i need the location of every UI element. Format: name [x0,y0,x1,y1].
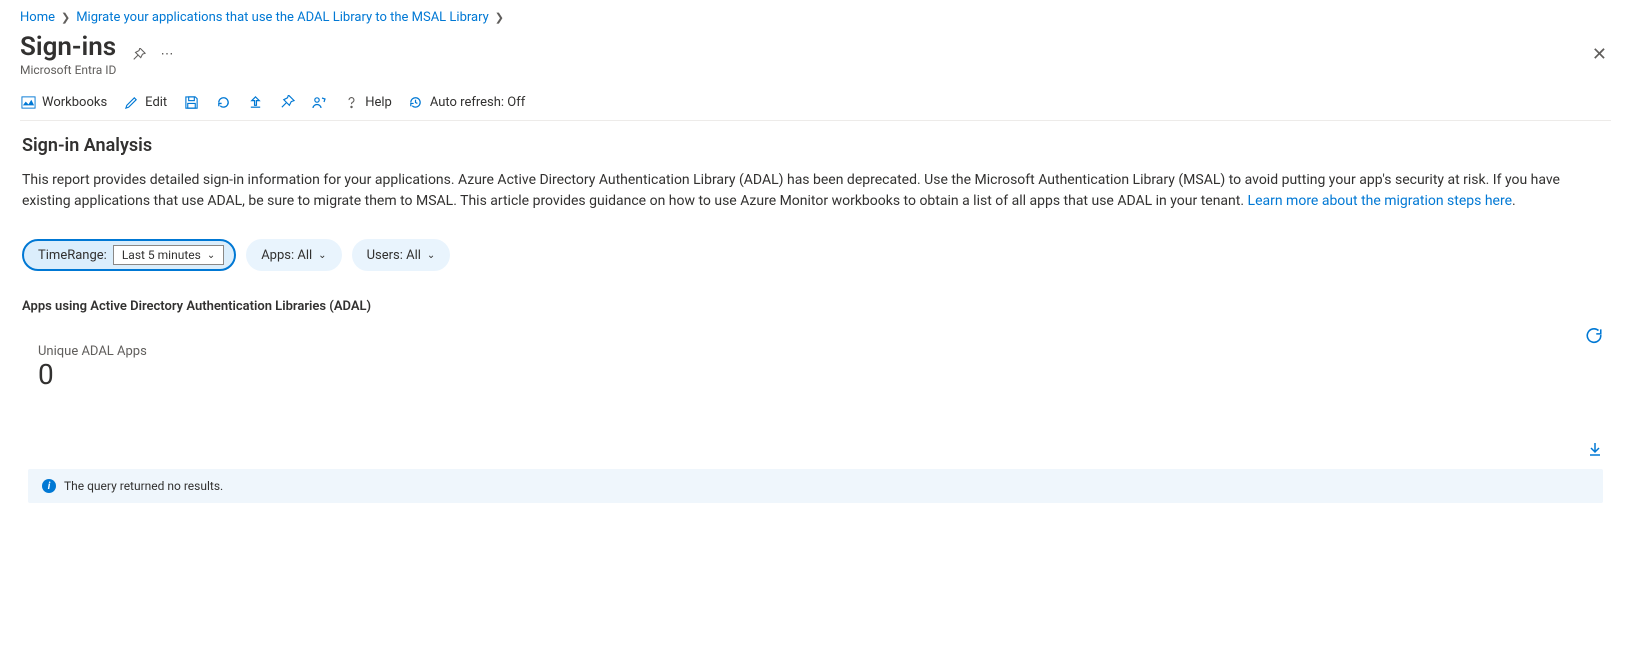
timerange-label: TimeRange: [38,248,107,263]
info-text: The query returned no results. [64,479,223,493]
page-subtitle: Microsoft Entra ID [20,64,116,77]
breadcrumb-home[interactable]: Home [20,10,55,25]
share-icon[interactable] [247,95,263,111]
metric-card: Unique ADAL Apps 0 [22,332,1609,389]
breadcrumb: Home ❯ Migrate your applications that us… [20,10,1611,25]
chevron-down-icon: ⌄ [207,250,215,261]
workbooks-button[interactable]: Workbooks [20,95,107,111]
more-icon[interactable]: ⋯ [158,46,176,64]
help-icon [343,95,359,111]
edit-icon [123,95,139,111]
close-icon[interactable]: ✕ [1588,40,1611,69]
page-title: Sign-ins [20,33,116,62]
metric-label: Unique ADAL Apps [38,344,1593,359]
edit-label: Edit [145,95,167,110]
chevron-right-icon: ❯ [61,11,70,24]
clock-icon [408,95,424,111]
users-filter[interactable]: Users: All ⌄ [352,239,451,271]
help-button[interactable]: Help [343,95,392,111]
toolbar: Workbooks Edit Help [20,87,1611,121]
apps-filter[interactable]: Apps: All ⌄ [246,239,341,271]
page-header: Sign-ins Microsoft Entra ID ⋯ ✕ [20,33,1611,77]
chevron-down-icon: ⌄ [318,250,326,261]
refresh-icon[interactable] [215,95,231,111]
breadcrumb-migrate[interactable]: Migrate your applications that use the A… [76,10,489,25]
section-description: This report provides detailed sign-in in… [22,170,1609,213]
content-area: Sign-in Analysis This report provides de… [20,121,1611,503]
save-icon[interactable] [183,95,199,111]
pin-toolbar-icon[interactable] [279,95,295,111]
section-heading: Sign-in Analysis [22,135,1609,156]
results-area: i The query returned no results. [22,469,1609,503]
learn-more-link[interactable]: Learn more about the migration steps her… [1248,193,1512,209]
chevron-right-icon: ❯ [495,11,504,24]
timerange-select[interactable]: Last 5 minutes ⌄ [113,245,224,265]
feedback-icon[interactable] [311,95,327,111]
help-label: Help [365,95,392,110]
workbooks-icon [20,95,36,111]
info-banner: i The query returned no results. [28,469,1603,503]
undo-icon[interactable] [1585,326,1603,344]
metric-value: 0 [38,361,1593,389]
edit-button[interactable]: Edit [123,95,167,111]
chevron-down-icon: ⌄ [427,250,435,261]
pin-icon[interactable] [130,46,148,64]
filter-bar: TimeRange: Last 5 minutes ⌄ Apps: All ⌄ … [22,239,1609,271]
autorefresh-label: Auto refresh: Off [430,95,525,110]
timerange-filter[interactable]: TimeRange: Last 5 minutes ⌄ [22,239,236,271]
workbooks-label: Workbooks [42,95,107,110]
apps-section-heading: Apps using Active Directory Authenticati… [22,299,1609,314]
info-icon: i [42,479,56,493]
download-icon[interactable] [1587,441,1603,457]
autorefresh-button[interactable]: Auto refresh: Off [408,95,525,111]
